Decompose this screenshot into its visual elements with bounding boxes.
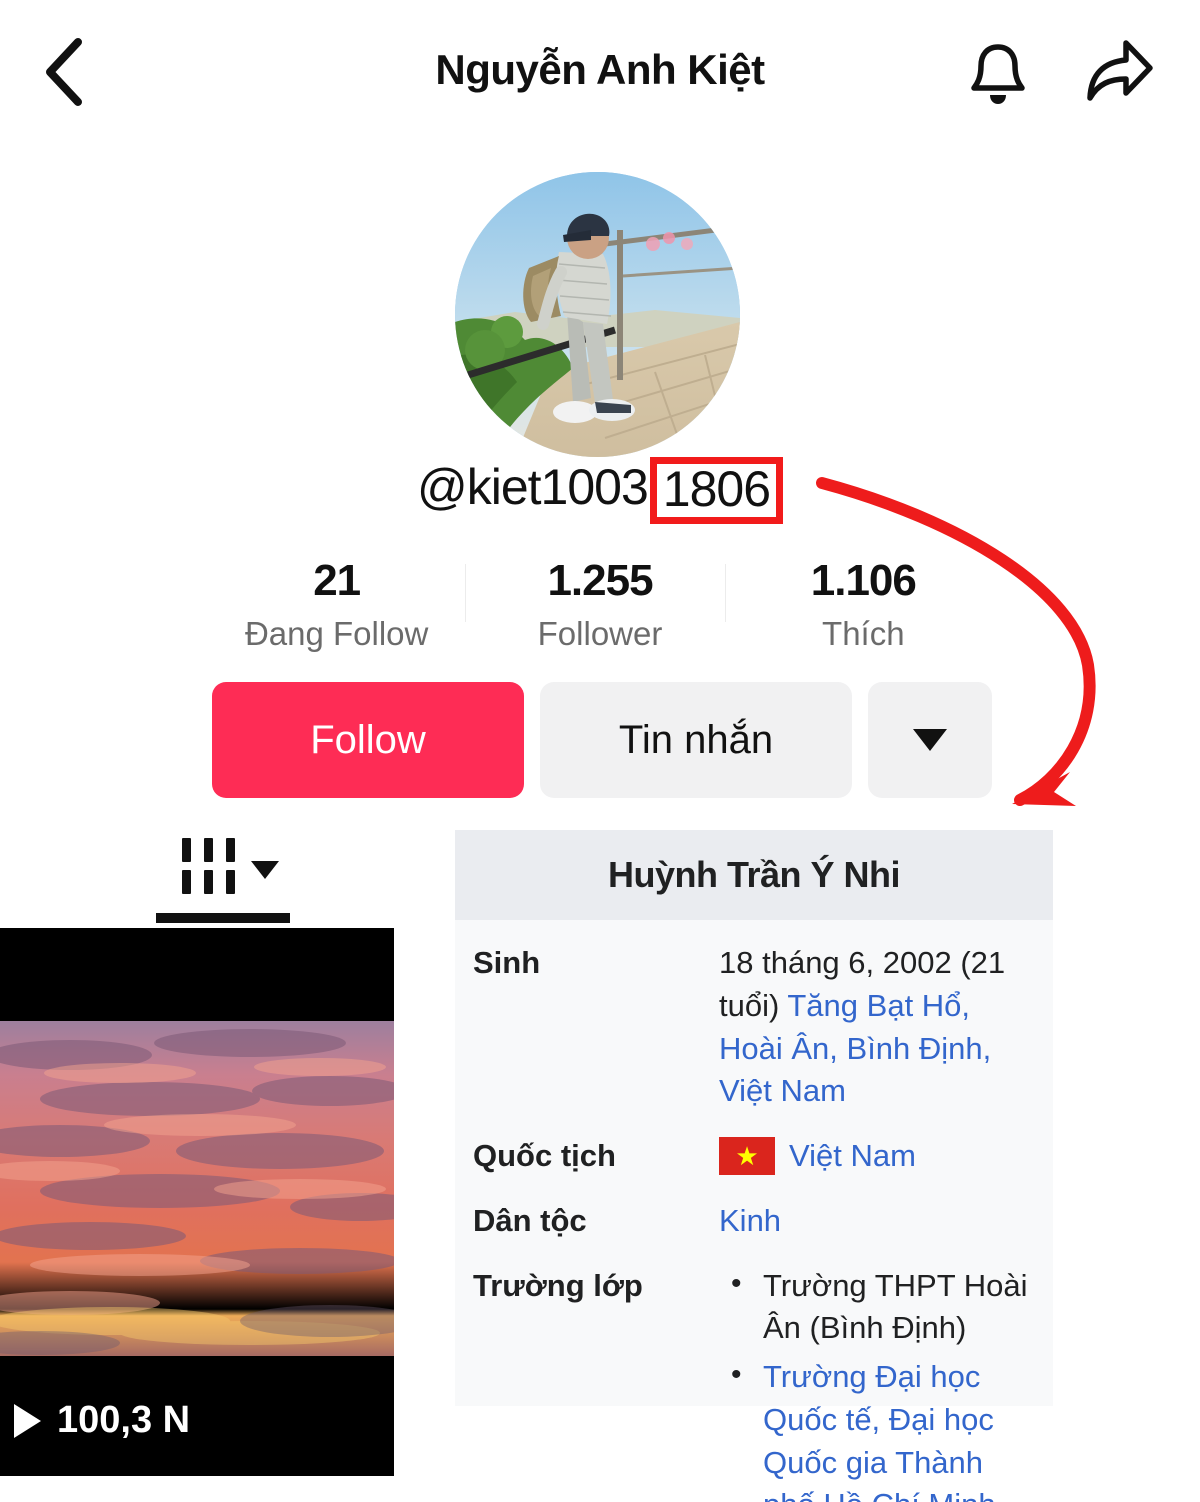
education-list: Trường THPT Hoài Ân (Bình Định) Trường Đ… xyxy=(719,1263,1037,1502)
stats-row: 21 Đang Follow 1.255 Follower 1.106 Thíc… xyxy=(205,556,995,668)
infobox-label-education: Trường lớp xyxy=(473,1267,643,1303)
stat-likes[interactable]: 1.106 Thích xyxy=(732,556,995,655)
tiktok-profile-screen: Nguyễn Anh Kiệt @kiet1003 1806 21 Đang F… xyxy=(0,0,1200,1502)
caret-down-icon[interactable] xyxy=(251,861,279,879)
likes-count: 1.106 xyxy=(810,556,917,605)
action-button-row: Follow Tin nhắn xyxy=(212,682,992,798)
followers-label: Follower xyxy=(537,615,663,653)
top-header-bar: Nguyễn Anh Kiệt xyxy=(0,0,1200,150)
content-tab-bar xyxy=(0,826,440,926)
video-thumbnail-card[interactable]: 100,3 N xyxy=(0,928,394,1476)
list-item[interactable]: Trường Đại học Quốc tế, Đại học Quốc gia… xyxy=(719,1354,1037,1502)
likes-label: Thích xyxy=(822,615,905,653)
bell-icon xyxy=(968,40,1028,113)
following-label: Đang Follow xyxy=(244,615,429,653)
infobox-value-education: Trường THPT Hoài Ân (Bình Định) Trường Đ… xyxy=(719,1263,1037,1502)
notifications-button[interactable] xyxy=(960,40,1036,112)
follow-button[interactable]: Follow xyxy=(212,682,524,798)
share-arrow-icon xyxy=(1082,38,1154,113)
video-view-count: 100,3 N xyxy=(14,1399,190,1442)
username-prefix: @kiet1003 xyxy=(416,459,649,515)
stat-followers[interactable]: 1.255 Follower xyxy=(468,556,731,655)
wikipedia-infobox: Huỳnh Trần Ý Nhi Sinh 18 tháng 6, 2002 (… xyxy=(455,830,1053,1502)
infobox-value-birth: 18 tháng 6, 2002 (21 tuổi) Tăng Bạt Hổ, … xyxy=(719,942,1037,1113)
active-tab-indicator xyxy=(156,913,290,923)
infobox-row-education: Trường lớp Trường THPT Hoài Ân (Bình Địn… xyxy=(455,1263,1053,1502)
username-highlight-box: 1806 xyxy=(649,457,784,524)
following-count: 21 xyxy=(313,556,361,605)
grid-posts-icon xyxy=(182,838,235,894)
caret-down-icon xyxy=(913,729,947,751)
infobox-label-nationality: Quốc tịch xyxy=(473,1138,616,1174)
followers-count: 1.255 xyxy=(547,556,653,605)
nationality-link[interactable]: Việt Nam xyxy=(789,1135,916,1178)
sunset-thumbnail-image xyxy=(0,1021,394,1356)
message-button[interactable]: Tin nhắn xyxy=(540,682,852,798)
share-button[interactable] xyxy=(1078,38,1158,112)
tab-posts[interactable] xyxy=(182,838,279,894)
infobox-title: Huỳnh Trần Ý Nhi xyxy=(607,854,901,895)
stat-following[interactable]: 21 Đang Follow xyxy=(205,556,468,655)
infobox-body: Sinh 18 tháng 6, 2002 (21 tuổi) Tăng Bạt… xyxy=(455,920,1053,1502)
infobox-value-nationality: ★ Việt Nam xyxy=(719,1135,1037,1178)
more-options-button[interactable] xyxy=(868,682,992,798)
vietnam-flag-icon: ★ xyxy=(719,1137,775,1176)
avatar-photo xyxy=(455,172,740,457)
ethnicity-link[interactable]: Kinh xyxy=(719,1203,781,1238)
username[interactable]: @kiet1003 1806 xyxy=(416,455,784,524)
play-icon xyxy=(14,1403,41,1438)
avatar[interactable] xyxy=(455,172,740,457)
infobox-row-nationality: Quốc tịch ★ Việt Nam xyxy=(455,1135,1053,1178)
infobox-row-birth: Sinh 18 tháng 6, 2002 (21 tuổi) Tăng Bạt… xyxy=(455,942,1053,1113)
infobox-value-ethnicity: Kinh xyxy=(719,1200,1037,1243)
view-count-label: 100,3 N xyxy=(57,1399,191,1441)
infobox-row-ethnicity: Dân tộc Kinh xyxy=(455,1200,1053,1243)
list-item: Trường THPT Hoài Ân (Bình Định) xyxy=(719,1263,1037,1351)
infobox-header: Huỳnh Trần Ý Nhi xyxy=(455,830,1053,920)
infobox-label-ethnicity: Dân tộc xyxy=(473,1202,587,1238)
infobox-label-birth: Sinh xyxy=(473,945,541,980)
username-row: @kiet1003 1806 xyxy=(0,455,1200,524)
